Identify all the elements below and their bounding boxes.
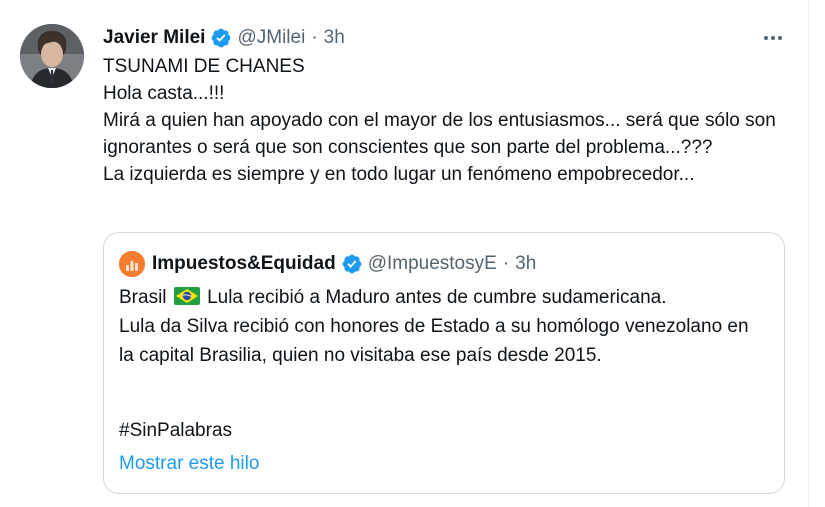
- tweet-text-line: TSUNAMI DE CHANES: [103, 56, 305, 77]
- tweet-text: TSUNAMI DE CHANES Hola casta...!!! Mirá …: [103, 53, 793, 188]
- quoted-text-line: Lula da Silva recibió con honores de Est…: [119, 316, 749, 366]
- author-handle[interactable]: @JMilei: [237, 27, 305, 49]
- separator-dot: ·: [311, 27, 318, 48]
- tweet-text-line: Hola casta...!!!: [103, 83, 225, 104]
- author-name[interactable]: Javier Milei: [103, 27, 205, 49]
- avatar-image: [20, 24, 84, 88]
- quoted-header: Impuestos&Equidad @ImpuestosyE · 3h: [152, 250, 536, 278]
- quoted-text: Brasil Lula recibió a Maduro antes de cu…: [119, 283, 759, 370]
- timeline-border: [808, 0, 809, 507]
- tweet-card[interactable]: Javier Milei @JMilei · 3h TSUNAMI DE CHA…: [0, 0, 825, 507]
- quoted-text-line: Brasil Lula recibió a Maduro antes de cu…: [119, 283, 759, 312]
- show-thread-link[interactable]: Mostrar este hilo: [119, 449, 259, 478]
- quoted-text-start: Brasil: [119, 287, 167, 308]
- quoted-author-name[interactable]: Impuestos&Equidad: [152, 253, 336, 275]
- verified-badge-icon[interactable]: [210, 27, 232, 49]
- quoted-tweet[interactable]: Impuestos&Equidad @ImpuestosyE · 3h Bras…: [103, 232, 785, 494]
- tweet-header: Javier Milei @JMilei · 3h: [103, 24, 345, 52]
- verified-badge-icon[interactable]: [341, 253, 363, 275]
- separator-dot: ·: [502, 253, 510, 274]
- brazil-flag-icon: [173, 287, 200, 305]
- author-avatar[interactable]: [20, 24, 84, 88]
- quoted-text-headline: Lula recibió a Maduro antes de cumbre su…: [207, 287, 667, 308]
- tweet-timestamp[interactable]: 3h: [324, 27, 345, 49]
- more-horizontal-icon[interactable]: [758, 26, 788, 50]
- quoted-author-avatar[interactable]: [119, 251, 145, 277]
- hashtag[interactable]: #SinPalabras: [119, 416, 232, 445]
- tweet-text-line: La izquierda es siempre y en todo lugar …: [103, 164, 695, 185]
- quoted-timestamp[interactable]: 3h: [515, 253, 536, 275]
- tweet-text-line: Mirá a quien han apoyado con el mayor de…: [103, 110, 776, 158]
- quoted-avatar-logo: [119, 251, 145, 277]
- quoted-author-handle[interactable]: @ImpuestosyE: [368, 253, 497, 275]
